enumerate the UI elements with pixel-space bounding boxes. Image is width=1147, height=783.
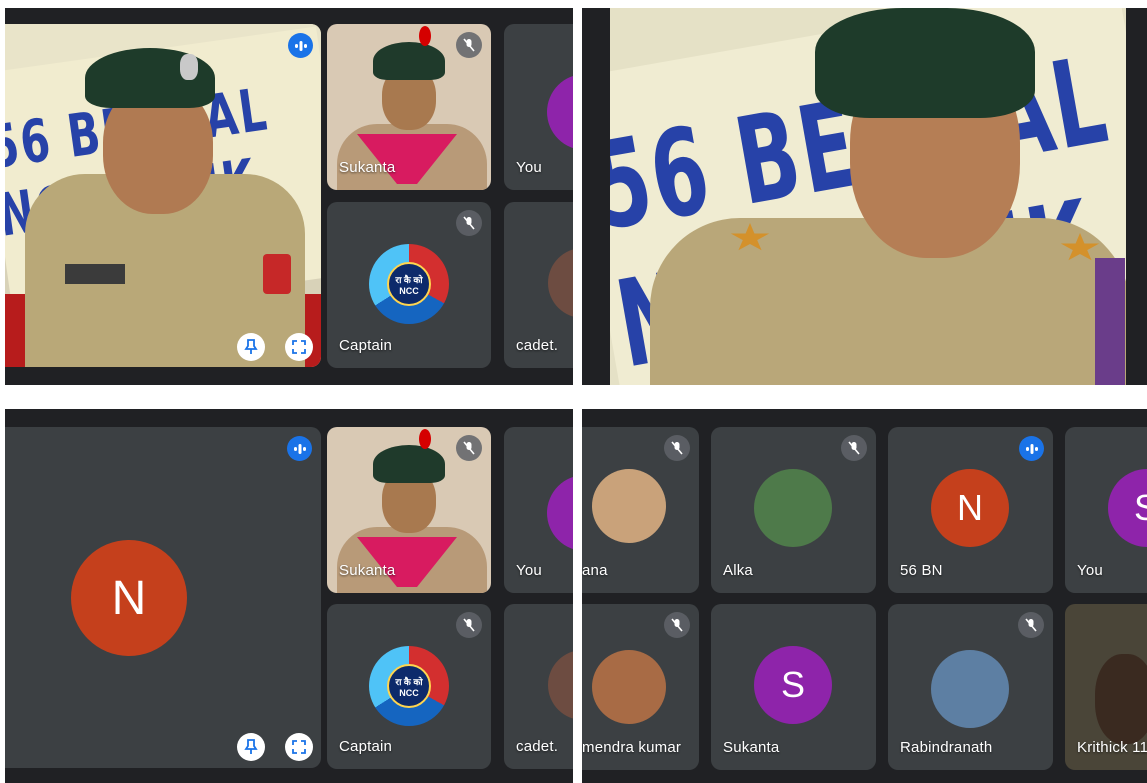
participant-tile[interactable]: रा कै को NCC Captain: [327, 202, 491, 368]
meet-grid-bottom-right: ana Alka N 56 BN S You mendra kumar S Su…: [582, 409, 1147, 783]
avatar: N: [71, 540, 187, 656]
participant-name: Alka: [723, 562, 753, 579]
avatar: N: [931, 469, 1009, 547]
participant-tile[interactable]: रा कै को NCC Captain: [327, 604, 491, 769]
mic-off-icon: [456, 210, 482, 236]
participant-name: You: [516, 159, 542, 176]
mic-off-icon: [456, 32, 482, 58]
avatar: [547, 475, 573, 551]
avatar: S: [754, 646, 832, 724]
avatar: [548, 248, 573, 318]
participant-tile[interactable]: S You: [1065, 427, 1147, 593]
main-speaker-tile[interactable]: N: [5, 427, 321, 768]
avatar: [547, 74, 573, 150]
speaker-video: 56 BENGAL NCC BANK: [5, 24, 321, 367]
ncc-logo-top: रा कै को: [395, 274, 423, 285]
fullscreen-icon[interactable]: [285, 333, 313, 361]
ncc-logo-bottom: NCC: [399, 285, 419, 296]
meet-grid-bottom-left: N Sukanta You रा कै को NCC Captain cadet…: [5, 409, 573, 783]
ncc-logo: रा कै को NCC: [369, 244, 449, 324]
participant-name: Krithick 11: [1077, 739, 1147, 756]
participant-tile[interactable]: ana: [582, 427, 699, 593]
participant-name: You: [1077, 562, 1103, 579]
participant-name: cadet.: [516, 738, 559, 755]
mic-off-icon: [1018, 612, 1044, 638]
participant-name: Sukanta: [723, 739, 780, 756]
participant-tile[interactable]: Krithick 11: [1065, 604, 1147, 770]
participant-tile[interactable]: mendra kumar: [582, 604, 699, 770]
participant-tile[interactable]: You: [504, 427, 573, 593]
participant-tile[interactable]: Sukanta: [327, 427, 491, 593]
participant-tile[interactable]: Rabindranath: [888, 604, 1053, 770]
participant-name: Sukanta: [339, 562, 396, 579]
avatar: [592, 469, 666, 543]
participant-tile[interactable]: You: [504, 24, 573, 190]
participant-name: 56 BN: [900, 562, 943, 579]
speaking-icon: [287, 436, 312, 461]
speaking-icon: [288, 33, 313, 58]
participant-tile[interactable]: cadet.: [504, 202, 573, 368]
meet-fullscreen-top-right: 56 BENGAL NCC BANK: [582, 8, 1147, 385]
participant-name: Captain: [339, 738, 393, 755]
participant-tile[interactable]: Sukanta: [327, 24, 491, 190]
participant-tile[interactable]: Alka: [711, 427, 876, 593]
main-speaker-tile[interactable]: 56 BENGAL NCC BANK: [5, 24, 321, 367]
participant-name: ana: [582, 562, 608, 579]
participant-tile[interactable]: N 56 BN: [888, 427, 1053, 593]
avatar: [931, 650, 1009, 728]
participant-name: mendra kumar: [582, 739, 682, 756]
participant-tile[interactable]: cadet.: [504, 604, 573, 769]
participant-name: Captain: [339, 337, 393, 354]
avatar: [548, 650, 573, 720]
fullscreen-icon[interactable]: [285, 733, 313, 761]
speaker-video[interactable]: 56 BENGAL NCC BANK: [610, 8, 1126, 385]
mic-off-icon: [664, 612, 690, 638]
avatar: [754, 469, 832, 547]
mic-off-icon: [664, 435, 690, 461]
participant-name: Sukanta: [339, 159, 396, 176]
pin-icon[interactable]: [237, 733, 265, 761]
participant-name: cadet.: [516, 337, 559, 354]
participant-name: Rabindranath: [900, 739, 993, 756]
pin-icon[interactable]: [237, 333, 265, 361]
avatar: S: [1108, 469, 1147, 547]
mic-off-icon: [456, 612, 482, 638]
ncc-logo: रा कै को NCC: [369, 646, 449, 726]
mic-off-icon: [456, 435, 482, 461]
ncc-logo-bottom: NCC: [399, 687, 419, 698]
meet-grid-top-left: 56 BENGAL NCC BANK: [5, 8, 573, 385]
speaking-icon: [1019, 436, 1044, 461]
avatar: [592, 650, 666, 724]
participant-name: You: [516, 562, 542, 579]
ncc-logo-top: रा कै को: [395, 676, 423, 687]
mic-off-icon: [841, 435, 867, 461]
participant-tile[interactable]: S Sukanta: [711, 604, 876, 770]
